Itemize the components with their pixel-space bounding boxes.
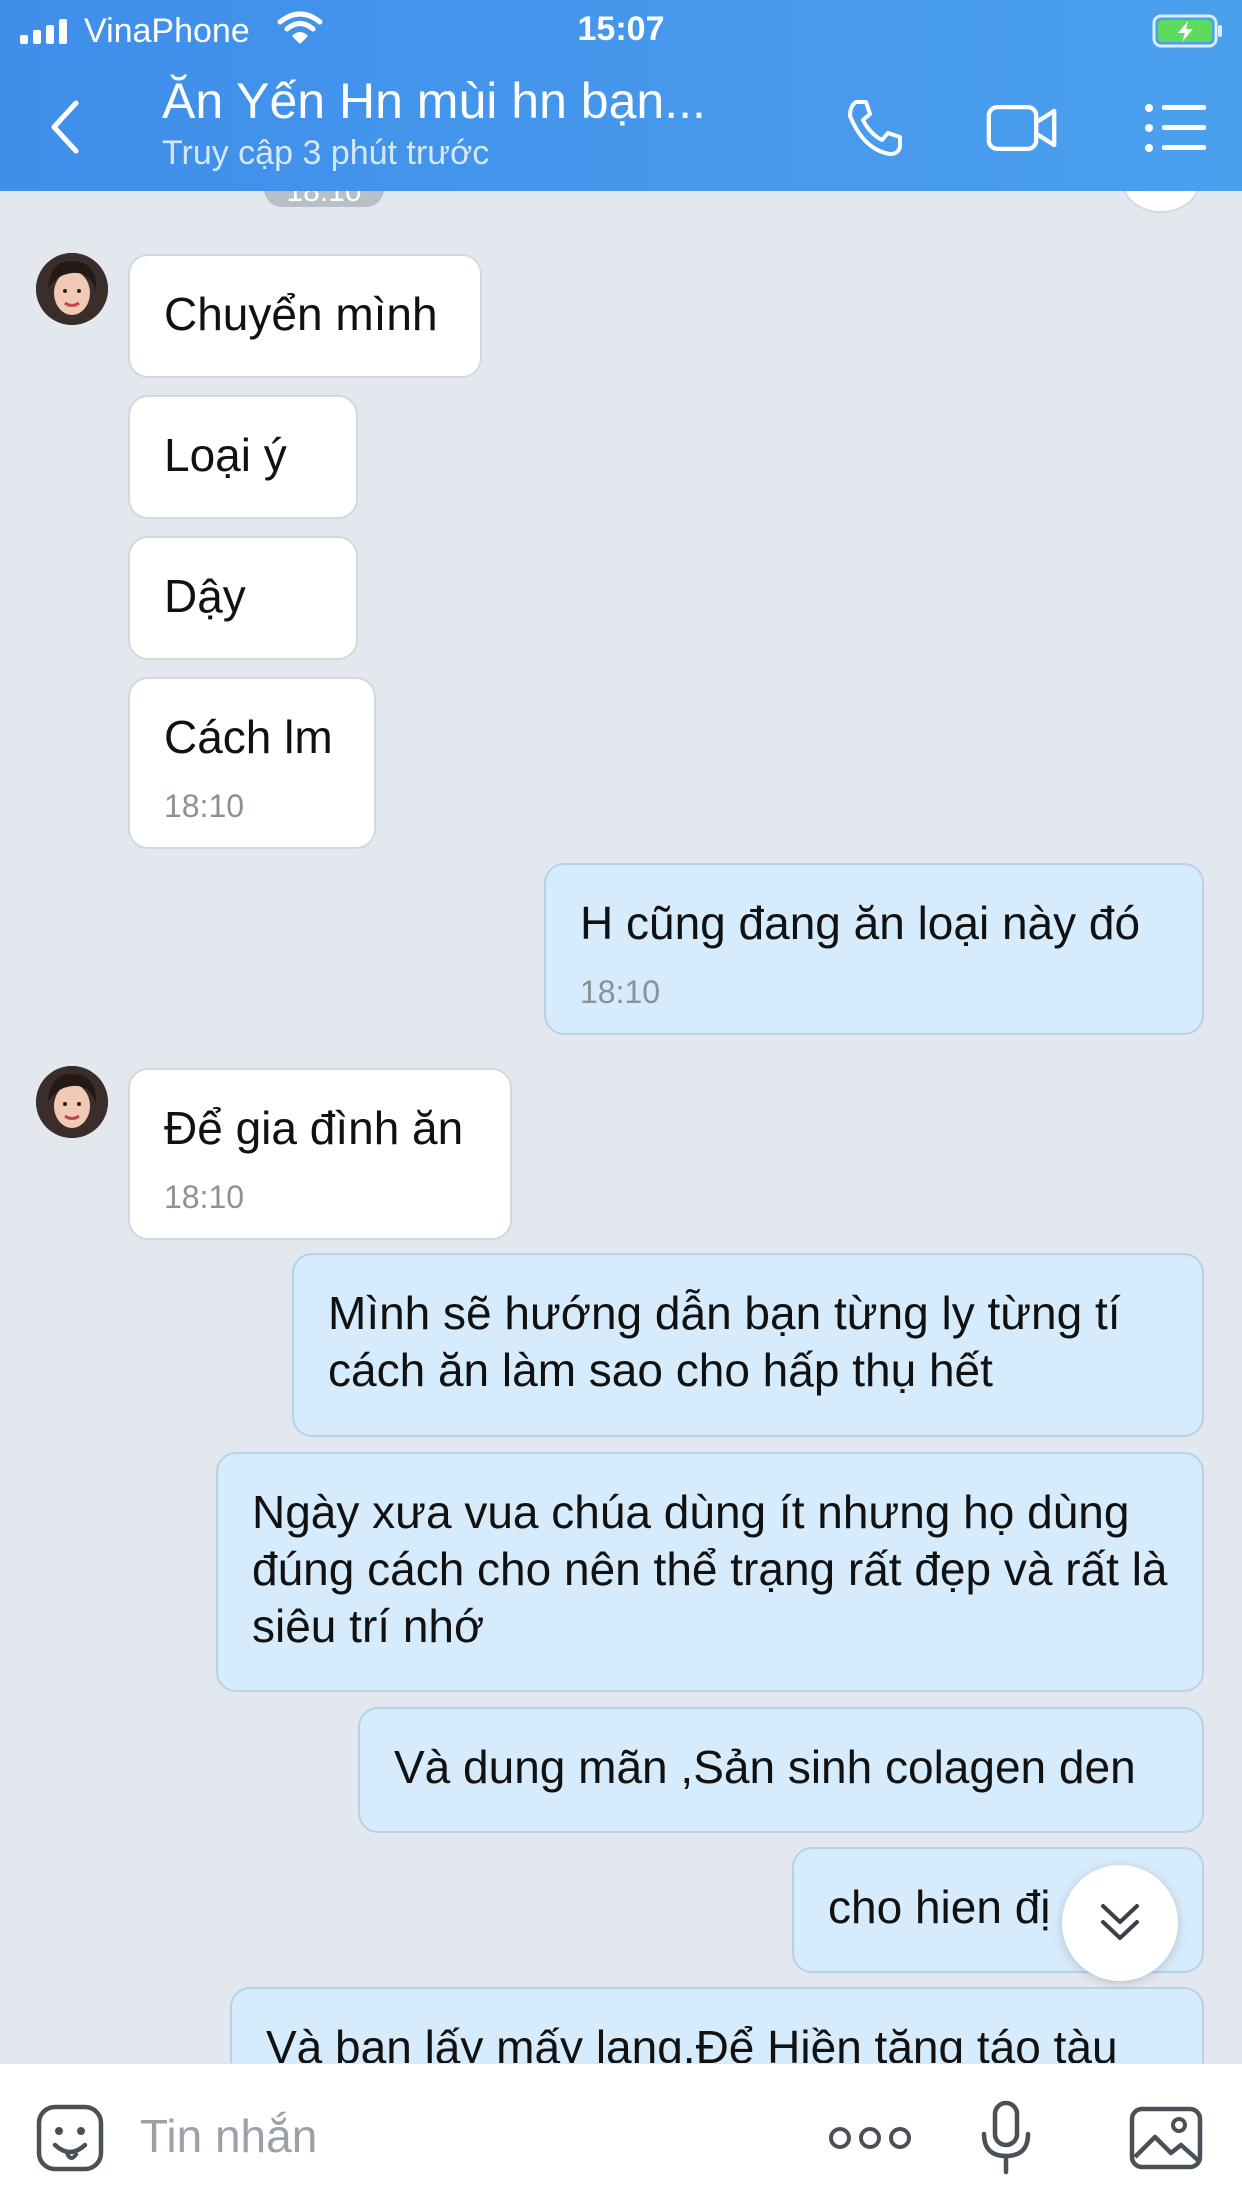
chat-options-button[interactable] bbox=[1140, 92, 1212, 164]
phone-call-button[interactable] bbox=[838, 92, 910, 164]
chat-title-block[interactable]: Ăn Yến Hn mùi hn bạn... Truy cập 3 phút … bbox=[162, 72, 782, 173]
more-dots-icon bbox=[829, 2127, 911, 2149]
time-divider: 18:10 bbox=[264, 191, 384, 208]
more-options-button[interactable] bbox=[820, 2100, 920, 2176]
message-text: H cũng đang ăn loại này đó bbox=[580, 897, 1141, 949]
message-text: Chuyển mình bbox=[164, 288, 438, 340]
message-text: Mình sẽ hướng dẫn bạn từng ly từng tí cá… bbox=[328, 1287, 1121, 1396]
menu-list-icon bbox=[1145, 104, 1206, 152]
message-bubble-incoming[interactable]: Dậy bbox=[128, 536, 358, 660]
message-bubble-incoming[interactable]: Để gia đình ăn 18:10 bbox=[128, 1068, 512, 1240]
message-text: cho hien đị bbox=[828, 1881, 1051, 1933]
message-time: 18:10 bbox=[580, 974, 661, 1010]
double-chevron-down-icon bbox=[1101, 1904, 1139, 1940]
message-bubble-incoming[interactable]: Cách lm 18:10 bbox=[128, 677, 376, 849]
message-bubble-incoming[interactable]: Loại ý bbox=[128, 395, 358, 519]
avatar[interactable] bbox=[36, 1066, 108, 1138]
battery-charging-icon bbox=[1152, 14, 1224, 53]
message-text: Loại ý bbox=[164, 429, 287, 481]
message-bubble-outgoing[interactable]: Ngày xưa vua chúa dùng ít nhưng họ dùng … bbox=[216, 1452, 1204, 1692]
message-text: Ngày xưa vua chúa dùng ít nhưng họ dùng … bbox=[252, 1486, 1168, 1652]
video-call-button[interactable] bbox=[986, 92, 1058, 164]
message-bubble-incoming[interactable]: Chuyển mình bbox=[128, 254, 482, 378]
image-gallery-icon bbox=[1129, 2106, 1203, 2170]
back-arrow-icon bbox=[51, 100, 79, 154]
scroll-to-bottom-button[interactable] bbox=[1062, 1865, 1178, 1981]
chat-header: VinaPhone 15:07 Ăn Yến Hn mùi hn bạn... … bbox=[0, 0, 1242, 191]
message-text: Để gia đình ăn bbox=[164, 1102, 464, 1154]
partial-bubble-edge bbox=[1122, 191, 1200, 213]
video-camera-icon bbox=[986, 105, 1057, 151]
message-bubble-outgoing[interactable]: Và dung mãn ,Sản sinh colagen den bbox=[358, 1707, 1204, 1833]
phone-icon bbox=[848, 100, 902, 156]
message-input-bar bbox=[0, 2063, 1242, 2208]
message-time: 18:10 bbox=[164, 788, 245, 824]
message-text: Và dung mãn ,Sản sinh colagen den bbox=[394, 1741, 1136, 1793]
message-list[interactable]: 18:10 Chuyển mình Loại ý Dậy Cách lm 18:… bbox=[0, 191, 1242, 2063]
status-bar: VinaPhone 15:07 bbox=[0, 0, 1242, 62]
sticker-button[interactable] bbox=[32, 2100, 108, 2176]
back-button[interactable] bbox=[36, 92, 92, 162]
sticker-smile-icon bbox=[36, 2104, 104, 2172]
message-time: 18:10 bbox=[164, 1179, 245, 1215]
status-time: 15:07 bbox=[577, 10, 665, 48]
microphone-icon bbox=[981, 2100, 1031, 2175]
last-seen-status: Truy cập 3 phút trước bbox=[162, 134, 490, 172]
avatar[interactable] bbox=[36, 253, 108, 325]
message-bubble-outgoing[interactable]: H cũng đang ăn loại này đó 18:10 bbox=[544, 863, 1204, 1035]
voice-record-button[interactable] bbox=[968, 2100, 1044, 2176]
message-bubble-outgoing[interactable]: Mình sẽ hướng dẫn bạn từng ly từng tí cá… bbox=[292, 1253, 1204, 1437]
message-input[interactable] bbox=[140, 2094, 760, 2178]
message-text: Và ban lấy mấy lang.Để Hiền tặng táo tàu bbox=[266, 2021, 1118, 2063]
message-bubble-outgoing[interactable]: Và ban lấy mấy lang.Để Hiền tặng táo tàu bbox=[230, 1987, 1204, 2063]
message-text: Dậy bbox=[164, 570, 246, 622]
chat-title: Ăn Yến Hn mùi hn bạn... bbox=[162, 73, 706, 129]
message-text: Cách lm bbox=[164, 711, 333, 763]
image-picker-button[interactable] bbox=[1128, 2100, 1204, 2176]
